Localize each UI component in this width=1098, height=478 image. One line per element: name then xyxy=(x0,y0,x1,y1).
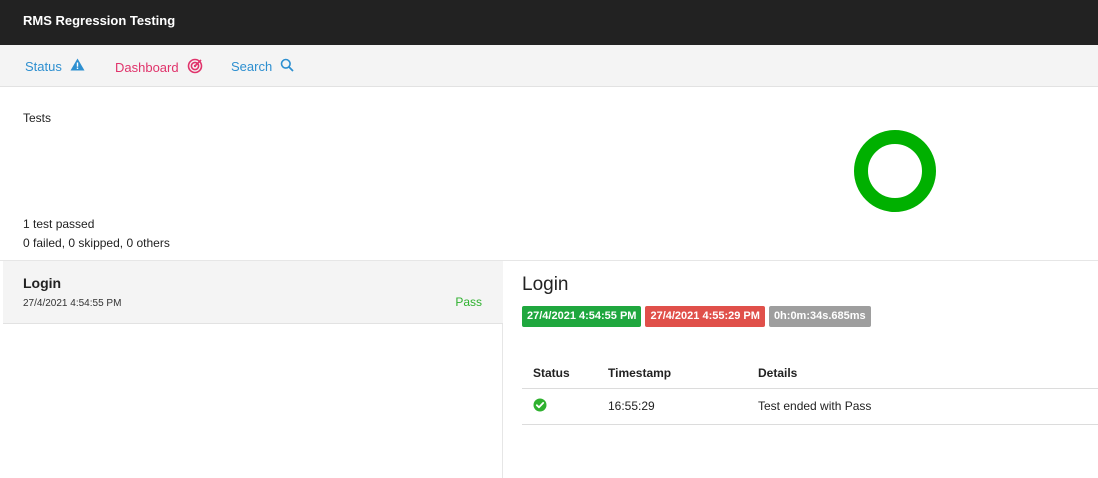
top-bar: RMS Regression Testing xyxy=(0,0,1098,45)
nav-status-link[interactable]: Status xyxy=(25,58,85,74)
log-details: Test ended with Pass xyxy=(747,388,1098,425)
passed-text: test passed xyxy=(29,217,95,231)
test-name: Login xyxy=(23,275,62,291)
search-icon xyxy=(280,58,294,75)
detail-title: Login xyxy=(522,274,569,295)
column-header-status: Status xyxy=(522,359,597,389)
other-summary: 0 failed, 0 skipped, 0 others xyxy=(23,236,170,250)
test-list-item[interactable]: Login 27/4/2021 4:54:55 PM Pass xyxy=(3,261,503,324)
time-badges: 27/4/2021 4:54:55 PM 27/4/2021 4:55:29 P… xyxy=(522,306,875,327)
skipped-text: skipped, xyxy=(75,236,127,250)
nav-search-link[interactable]: Search xyxy=(231,58,294,75)
column-header-timestamp: Timestamp xyxy=(597,359,747,389)
target-icon xyxy=(187,58,203,77)
failed-text: failed, xyxy=(29,236,69,250)
passed-summary: 1 test passed xyxy=(23,217,94,231)
log-row: 16:55:29 Test ended with Pass xyxy=(522,388,1098,425)
test-list: Login 27/4/2021 4:54:55 PM Pass xyxy=(0,261,503,478)
nav-bar: Status Dashboard Search xyxy=(0,45,1098,87)
summary-title: Tests xyxy=(23,111,52,125)
tests-summary: Tests 1 test passed 0 failed, 0 skipped,… xyxy=(0,87,1098,261)
nav-dashboard-label: Dashboard xyxy=(115,60,179,75)
tests-donut-chart xyxy=(853,129,937,218)
test-status: Pass xyxy=(455,295,482,309)
end-time-badge: 27/4/2021 4:55:29 PM xyxy=(645,306,765,327)
check-circle-icon xyxy=(533,398,547,415)
log-table: Status Timestamp Details 16:55:29 Test e… xyxy=(522,359,1098,425)
column-header-details: Details xyxy=(747,359,1098,389)
test-time: 27/4/2021 4:54:55 PM xyxy=(23,298,122,309)
nav-search-label: Search xyxy=(231,59,273,74)
passed-count: 1 xyxy=(23,217,30,231)
app-title: RMS Regression Testing xyxy=(23,13,176,28)
warning-icon xyxy=(70,58,85,74)
log-status-cell xyxy=(522,388,597,425)
start-time-badge: 27/4/2021 4:54:55 PM xyxy=(522,306,642,327)
nav-status-label: Status xyxy=(25,58,62,74)
log-header-row: Status Timestamp Details xyxy=(522,359,1098,389)
donut-pass-segment xyxy=(854,130,936,212)
failed-count: 0 xyxy=(23,236,30,250)
nav-dashboard-link[interactable]: Dashboard xyxy=(115,58,203,77)
duration-badge: 0h:0m:34s.685ms xyxy=(768,306,871,327)
test-detail: Login 27/4/2021 4:54:55 PM 27/4/2021 4:5… xyxy=(503,261,1098,478)
log-timestamp: 16:55:29 xyxy=(597,388,747,425)
others-text: others xyxy=(133,236,170,250)
